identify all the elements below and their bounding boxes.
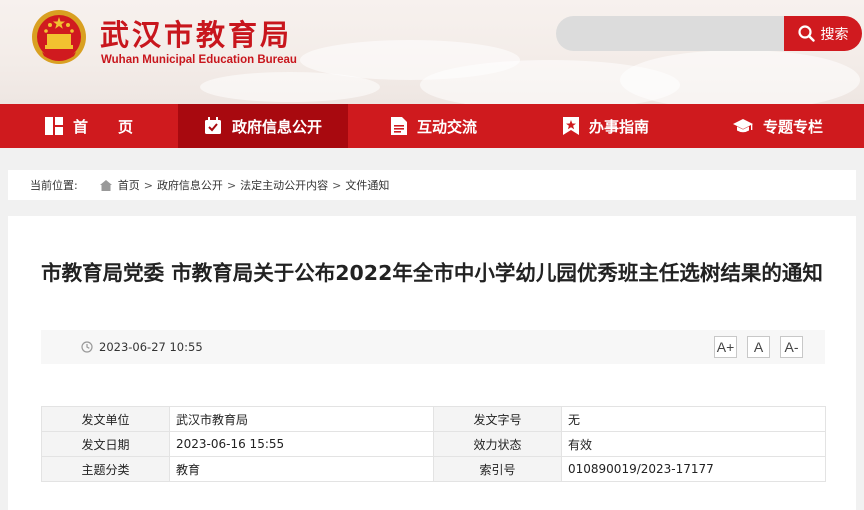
search-button-label: 搜索	[820, 26, 849, 43]
nav-item-label: 首 页	[72, 117, 133, 136]
font-size-controls: A+ A A-	[714, 336, 803, 358]
article-card: 市教育局党委 市教育局关于公布2022年全市中小学幼儿园优秀班主任选树结果的通知…	[8, 216, 856, 510]
nav-item-gov-info[interactable]: 政府信息公开	[178, 104, 348, 148]
table-value: 教育	[169, 456, 434, 482]
search-input[interactable]	[556, 16, 786, 51]
clock-icon	[81, 341, 93, 353]
breadcrumb: 当前位置: 首页 > 政府信息公开 > 法定主动公开内容 > 文件通知	[8, 170, 856, 200]
nav-item-guide[interactable]: 办事指南	[520, 104, 692, 148]
main-nav: 首 页 政府信息公开 互动交流 办事指南 专题专栏	[0, 104, 864, 148]
home-icon	[99, 179, 112, 191]
table-key: 索引号	[433, 456, 562, 482]
site-header: 武汉市教育局 Wuhan Municipal Education Bureau …	[0, 0, 864, 104]
font-reset-label: A	[753, 339, 764, 355]
home-grid-icon	[44, 117, 63, 135]
breadcrumb-separator: >	[143, 178, 153, 192]
table-key: 发文字号	[433, 406, 562, 432]
font-decrease-label: A-	[784, 339, 799, 355]
search-bar: 搜索	[556, 16, 862, 51]
breadcrumb-link-gov-info[interactable]: 政府信息公开	[157, 177, 223, 193]
table-value: 010890019/2023-17177	[561, 456, 826, 482]
document-icon	[390, 117, 407, 135]
table-value: 武汉市教育局	[169, 406, 434, 432]
table-key: 效力状态	[433, 431, 562, 457]
nav-item-special[interactable]: 专题专栏	[692, 104, 864, 148]
article-date-text: 2023-06-27 10:55	[99, 340, 203, 354]
search-icon	[797, 25, 815, 42]
table-value: 无	[561, 406, 826, 432]
table-value: 2023-06-16 15:55	[169, 431, 434, 457]
national-emblem-icon[interactable]	[30, 8, 88, 66]
search-button[interactable]: 搜索	[784, 16, 862, 51]
breadcrumb-label: 当前位置:	[30, 179, 78, 192]
table-row: 发文日期 2023-06-16 15:55 效力状态 有效	[41, 431, 826, 457]
table-key: 发文单位	[41, 406, 170, 432]
nav-item-label: 办事指南	[588, 117, 649, 136]
article-date: 2023-06-27 10:55	[81, 340, 203, 354]
font-increase-label: A+	[716, 339, 735, 355]
nav-item-label: 政府信息公开	[231, 117, 322, 136]
nav-item-label: 专题专栏	[762, 117, 823, 136]
calendar-check-icon	[204, 117, 221, 134]
font-reset-button[interactable]: A	[747, 336, 770, 358]
table-row: 发文单位 武汉市教育局 发文字号 无	[41, 406, 826, 432]
table-key: 发文日期	[41, 431, 170, 457]
breadcrumb-link-home[interactable]: 首页	[118, 177, 140, 193]
graduation-cap-icon	[732, 119, 753, 133]
site-title: 武汉市教育局	[100, 18, 293, 52]
table-value: 有效	[561, 431, 826, 457]
breadcrumb-link-statutory[interactable]: 法定主动公开内容	[240, 177, 328, 193]
article-meta-bar: 2023-06-27 10:55 A+ A A-	[41, 330, 825, 364]
bookmark-star-icon	[562, 117, 579, 135]
font-decrease-button[interactable]: A-	[780, 336, 803, 358]
font-increase-button[interactable]: A+	[714, 336, 737, 358]
document-info-table: 发文单位 武汉市教育局 发文字号 无 发文日期 2023-06-16 15:55…	[41, 406, 826, 482]
site-subtitle: Wuhan Municipal Education Bureau	[101, 54, 297, 66]
breadcrumb-separator: >	[226, 178, 237, 192]
nav-item-interaction[interactable]: 互动交流	[348, 104, 520, 148]
nav-item-home[interactable]: 首 页	[0, 104, 178, 148]
table-key: 主题分类	[41, 456, 170, 482]
nav-item-label: 互动交流	[416, 117, 477, 136]
table-row: 主题分类 教育 索引号 010890019/2023-17177	[41, 456, 826, 482]
breadcrumb-link-notices[interactable]: 文件通知	[345, 177, 389, 193]
article-title: 市教育局党委 市教育局关于公布2022年全市中小学幼儿园优秀班主任选树结果的通知	[41, 261, 823, 285]
breadcrumb-separator: >	[332, 178, 342, 192]
